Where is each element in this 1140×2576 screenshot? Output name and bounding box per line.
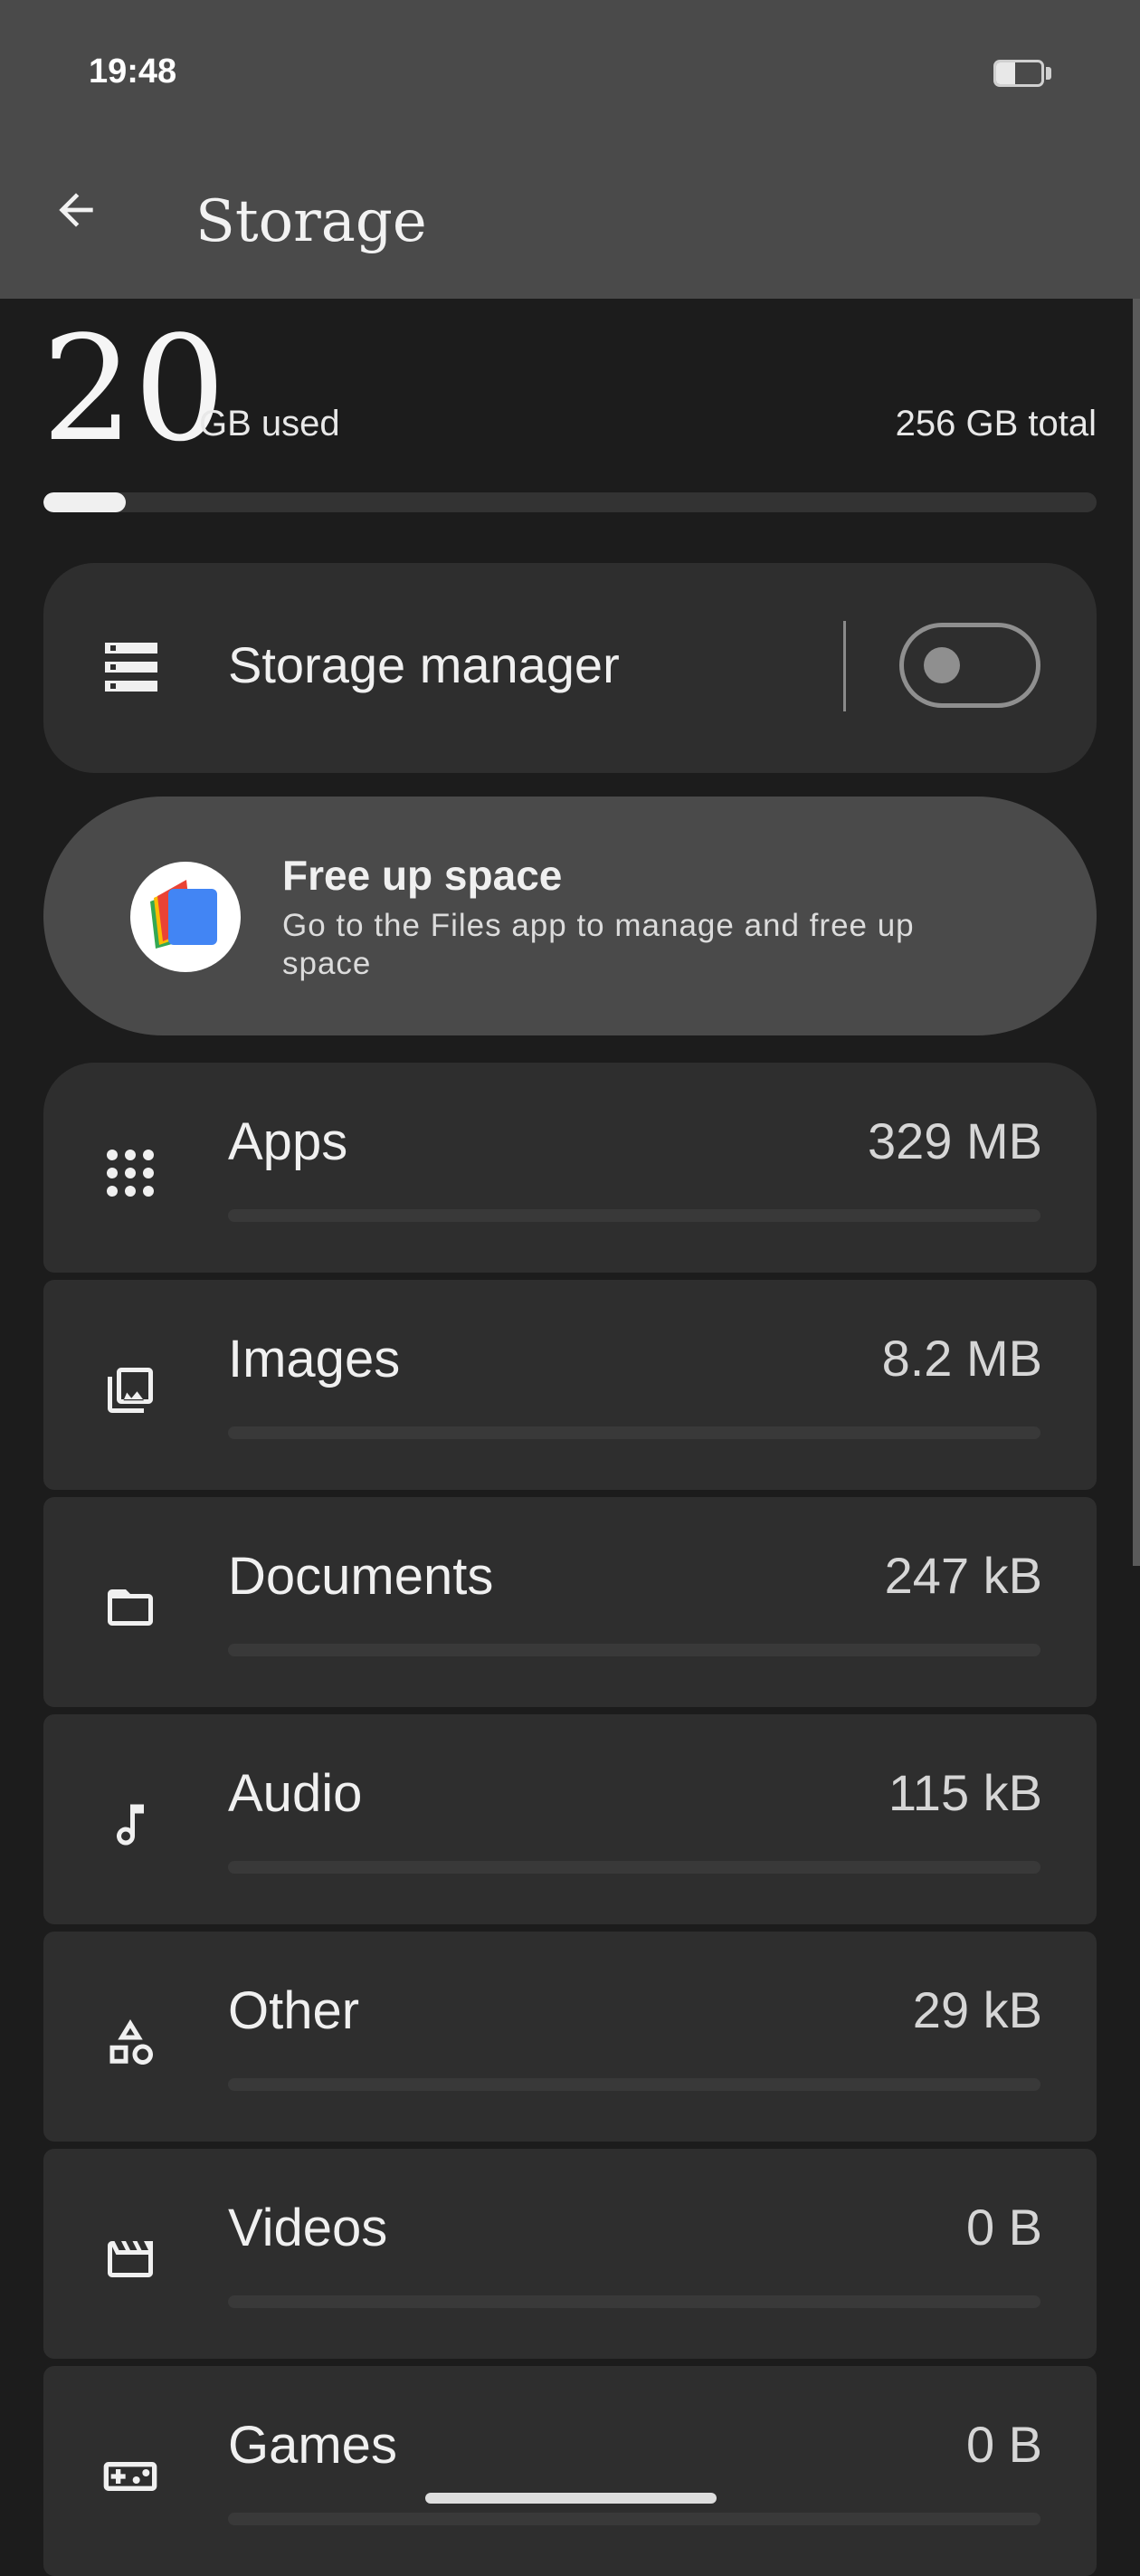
gamepad-icon — [98, 2444, 163, 2509]
battery-tip — [1046, 67, 1051, 80]
category-size: 329 MB — [868, 1112, 1042, 1169]
category-row-other[interactable]: Other 29 kB — [43, 1932, 1097, 2142]
category-row-videos[interactable]: Videos 0 B — [43, 2149, 1097, 2359]
storage-manager-toggle[interactable] — [899, 623, 1040, 708]
category-label: Audio — [228, 1764, 363, 1823]
category-size: 247 kB — [884, 1547, 1042, 1604]
category-size: 8.2 MB — [881, 1330, 1042, 1387]
toggle-knob — [924, 647, 960, 683]
arrow-back-icon — [59, 193, 93, 227]
category-size: 115 kB — [888, 1764, 1042, 1821]
category-size: 29 kB — [912, 1981, 1042, 2038]
category-usage-bar — [228, 1209, 1040, 1222]
page-title: Storage — [195, 188, 427, 255]
category-usage-bar — [228, 2513, 1040, 2525]
apps-grid-icon — [98, 1140, 163, 1206]
category-row-apps[interactable]: Apps 329 MB — [43, 1063, 1097, 1273]
category-label: Videos — [228, 2199, 388, 2257]
category-size: 0 B — [965, 2199, 1042, 2256]
category-label: Images — [228, 1330, 401, 1388]
category-row-audio[interactable]: Audio 115 kB — [43, 1714, 1097, 1924]
back-button[interactable] — [42, 176, 110, 244]
storage-list-icon — [105, 643, 157, 692]
image-icon — [98, 1358, 163, 1423]
storage-manager-label: Storage manager — [228, 636, 620, 693]
category-row-images[interactable]: Images 8.2 MB — [43, 1280, 1097, 1490]
free-up-space-card[interactable]: Free up space Go to the Files app to man… — [43, 797, 1097, 1035]
storage-usage-bar — [43, 492, 1097, 512]
files-app-logo — [130, 862, 241, 972]
category-label: Apps — [228, 1112, 348, 1171]
free-up-space-title: Free up space — [282, 852, 563, 899]
free-up-space-subtitle: Go to the Files app to manage and free u… — [282, 908, 915, 981]
category-usage-bar — [228, 2295, 1040, 2308]
folder-icon — [98, 1575, 163, 1640]
category-label: Other — [228, 1981, 360, 2040]
category-usage-bar — [228, 1426, 1040, 1439]
category-usage-bar — [228, 1644, 1040, 1656]
divider — [843, 621, 846, 711]
category-label: Games — [228, 2416, 397, 2475]
music-note-icon — [98, 1792, 163, 1857]
battery-icon — [993, 60, 1044, 87]
category-row-documents[interactable]: Documents 247 kB — [43, 1497, 1097, 1707]
storage-usage-fill — [43, 492, 126, 512]
app-bar — [0, 145, 1140, 299]
status-bar: 19:48 — [0, 0, 1140, 145]
status-time: 19:48 — [89, 52, 177, 91]
shapes-icon — [98, 2009, 163, 2075]
home-indicator[interactable] — [425, 2493, 717, 2504]
storage-manager-row[interactable]: Storage manager — [43, 563, 1097, 773]
used-storage-unit: GB used — [199, 404, 340, 444]
category-usage-bar — [228, 2078, 1040, 2091]
category-usage-bar — [228, 1861, 1040, 1874]
category-size: 0 B — [965, 2416, 1042, 2473]
movie-icon — [98, 2227, 163, 2292]
total-storage-label: 256 GB total — [895, 404, 1097, 444]
category-row-games[interactable]: Games 0 B — [43, 2366, 1097, 2576]
scrollbar[interactable] — [1133, 299, 1140, 1566]
category-label: Documents — [228, 1547, 494, 1606]
